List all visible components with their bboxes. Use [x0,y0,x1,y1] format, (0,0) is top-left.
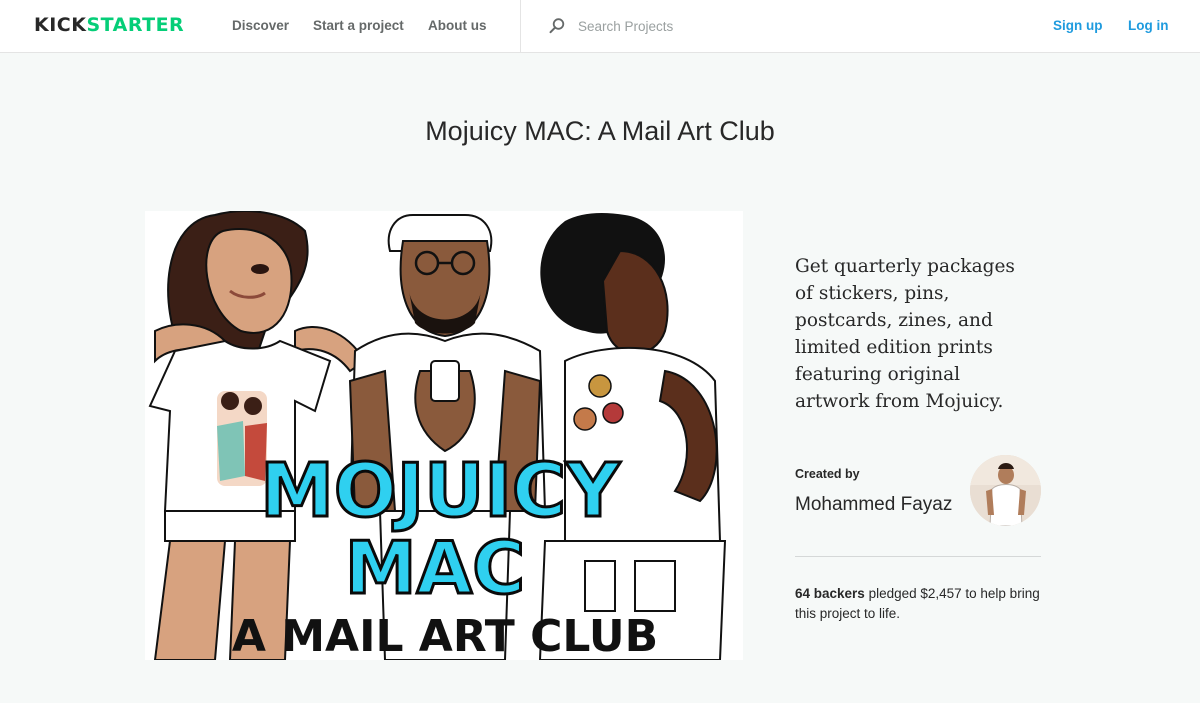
sign-up-link[interactable]: Sign up [1053,18,1103,33]
backers-count: 64 backers [795,586,865,601]
nav-start-a-project[interactable]: Start a project [313,18,404,33]
search-icon[interactable] [548,17,566,35]
logo-starter: STARTER [86,14,185,36]
nav-discover[interactable]: Discover [232,18,289,33]
image-title-line3: A MAIL ART CLUB [232,611,658,660]
top-navbar: KICKSTARTER Discover Start a project Abo… [0,0,1200,53]
logo-kick: KICK [34,14,87,36]
created-by-label: Created by [795,467,860,481]
project-blurb: Get quarterly packages of stickers, pins… [795,256,1015,412]
kickstarter-logo[interactable]: KICKSTARTER [34,14,184,36]
stats-divider [795,556,1041,557]
image-title-line2: MAC [345,526,525,610]
creator-name-link[interactable]: Mohammed Fayaz [795,494,952,516]
nav-divider [520,0,521,53]
creator-avatar[interactable] [970,455,1041,526]
project-image[interactable]: MOJUICY MAC A MAIL ART CLUB [145,211,743,660]
funding-stats: 64 backers pledged $2,457 to help bring … [795,584,1045,624]
log-in-link[interactable]: Log in [1128,18,1169,33]
project-title: Mojuicy MAC: A Mail Art Club [425,116,775,146]
search-input[interactable] [572,12,872,40]
nav-about-us[interactable]: About us [428,18,487,33]
image-title-line1: MOJUICY [260,448,621,534]
